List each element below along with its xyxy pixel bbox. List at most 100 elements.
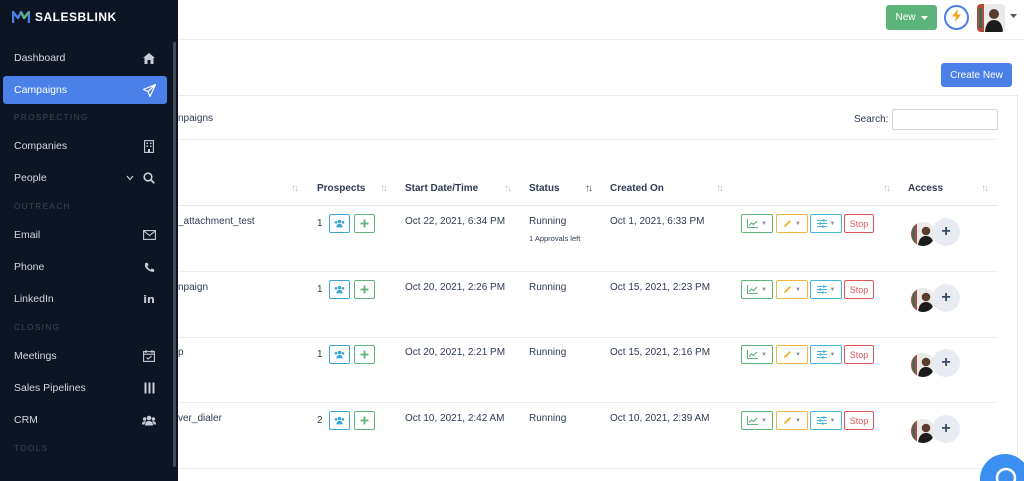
chevron-down-icon[interactable] <box>126 174 134 183</box>
add-access-button[interactable]: + <box>932 218 960 246</box>
settings-dropdown-button[interactable]: ▼ <box>810 345 842 364</box>
sidebar-item-linkedin[interactable]: LinkedIn in <box>3 285 167 313</box>
created-on: Oct 15, 2021, 2:23 PM <box>610 282 711 293</box>
add-prospects-button[interactable] <box>354 411 375 430</box>
reports-dropdown-button[interactable]: ▼ <box>741 280 773 299</box>
sort-status-icon[interactable]: ↑↓ <box>585 183 593 194</box>
reports-dropdown-button[interactable]: ▼ <box>741 214 773 233</box>
th-created-on[interactable]: Created On <box>610 183 664 194</box>
section-outreach: OUTREACH <box>14 202 71 211</box>
campaign-name-link[interactable]: p <box>178 347 184 358</box>
add-access-button[interactable]: + <box>932 349 960 377</box>
pencil-icon <box>783 346 792 364</box>
users-icon <box>334 412 345 430</box>
th-access[interactable]: Access <box>908 183 943 194</box>
sidebar-item-people[interactable]: People <box>3 164 167 192</box>
edit-dropdown-button[interactable]: ▼ <box>776 345 808 364</box>
search-label: Search: <box>854 114 889 125</box>
prospect-count: 1 <box>317 218 323 229</box>
sidebar-scrollbar[interactable] <box>173 42 176 467</box>
bolt-icon <box>952 8 961 27</box>
sidebar-item-label: Email <box>14 229 41 241</box>
sidebar-item-dashboard[interactable]: Dashboard <box>3 44 167 72</box>
user-photo-icon <box>977 4 1005 32</box>
stop-button[interactable]: Stop <box>844 345 874 364</box>
campaign-name-link[interactable]: ver_dialer <box>178 413 222 424</box>
prospect-count: 1 <box>317 349 323 360</box>
th-prospects[interactable]: Prospects <box>317 183 365 194</box>
view-prospects-button[interactable] <box>329 214 350 233</box>
sidebar-item-campaigns[interactable]: Campaigns <box>3 76 167 104</box>
start-date: Oct 10, 2021, 2:42 AM <box>405 413 505 424</box>
sidebar-item-label: Phone <box>14 261 45 273</box>
th-status[interactable]: Status <box>529 183 560 194</box>
plus-icon <box>360 215 369 233</box>
start-date: Oct 20, 2021, 2:21 PM <box>405 347 506 358</box>
avatar-caret-icon[interactable] <box>1010 13 1017 20</box>
stop-button[interactable]: Stop <box>844 214 874 233</box>
sliders-icon <box>816 346 827 364</box>
sidebar-item-crm[interactable]: CRM <box>3 406 167 434</box>
campaign-name-link[interactable]: npaign <box>178 282 208 293</box>
add-access-button[interactable]: + <box>932 284 960 312</box>
sidebar-item-label: LinkedIn <box>14 293 54 305</box>
edit-dropdown-button[interactable]: ▼ <box>776 280 808 299</box>
brand-logo[interactable]: SALESBLINK <box>12 9 117 25</box>
plus-icon: + <box>941 354 951 371</box>
sidebar-item-email[interactable]: Email <box>3 221 167 249</box>
user-avatar[interactable] <box>977 4 1005 32</box>
sort-created-icon[interactable]: ↑↓ <box>716 183 724 194</box>
quick-actions-button[interactable] <box>944 5 969 30</box>
stop-button[interactable]: Stop <box>844 411 874 430</box>
add-prospects-button[interactable] <box>354 214 375 233</box>
phone-icon <box>142 260 156 274</box>
sort-start-icon[interactable]: ↑↓ <box>504 183 512 194</box>
settings-dropdown-button[interactable]: ▼ <box>810 411 842 430</box>
sidebar-item-phone[interactable]: Phone <box>3 253 167 281</box>
line-chart-icon <box>747 215 759 233</box>
add-prospects-button[interactable] <box>354 345 375 364</box>
search-input[interactable] <box>892 109 998 130</box>
new-button[interactable]: New <box>886 5 937 30</box>
new-button-label: New <box>895 12 916 23</box>
edit-dropdown-button[interactable]: ▼ <box>776 411 808 430</box>
sort-name-icon[interactable]: ↑↓ <box>291 183 299 194</box>
status-text: Running <box>529 216 567 227</box>
card-title: npaigns <box>178 113 214 124</box>
sidebar-item-label: Companies <box>14 140 68 152</box>
add-prospects-button[interactable] <box>354 280 375 299</box>
reports-dropdown-button[interactable]: ▼ <box>741 411 773 430</box>
sliders-icon <box>816 412 827 430</box>
sort-actions-icon[interactable]: ↑↓ <box>883 183 891 194</box>
stop-button[interactable]: Stop <box>844 280 874 299</box>
sort-prospects-icon[interactable]: ↑↓ <box>380 183 388 194</box>
th-start-date[interactable]: Start Date/Time <box>405 183 478 194</box>
status-text: Running <box>529 282 567 293</box>
create-new-button[interactable]: Create New <box>941 63 1012 87</box>
sidebar-item-meetings[interactable]: Meetings <box>3 342 167 370</box>
view-prospects-button[interactable] <box>329 280 350 299</box>
paper-plane-icon <box>142 83 156 97</box>
sort-access-icon[interactable]: ↑↓ <box>981 183 989 194</box>
campaign-name-link[interactable]: _attachment_test <box>178 216 255 227</box>
card-divider <box>178 139 998 140</box>
search-icon <box>142 171 156 185</box>
reports-dropdown-button[interactable]: ▼ <box>741 345 773 364</box>
edit-dropdown-button[interactable]: ▼ <box>776 214 808 233</box>
sidebar-item-companies[interactable]: Companies <box>3 132 167 160</box>
sidebar-item-label: CRM <box>14 414 38 426</box>
view-prospects-button[interactable] <box>329 411 350 430</box>
envelope-icon <box>142 228 156 242</box>
start-date: Oct 20, 2021, 2:26 PM <box>405 282 506 293</box>
add-access-button[interactable]: + <box>932 415 960 443</box>
settings-dropdown-button[interactable]: ▼ <box>810 280 842 299</box>
section-closing: CLOSING <box>14 323 61 332</box>
view-prospects-button[interactable] <box>329 345 350 364</box>
line-chart-icon <box>747 281 759 299</box>
sidebar-item-sales-pipelines[interactable]: Sales Pipelines <box>3 374 167 402</box>
users-icon <box>334 281 345 299</box>
settings-dropdown-button[interactable]: ▼ <box>810 214 842 233</box>
chat-widget-button[interactable] <box>980 454 1024 481</box>
sliders-icon <box>816 215 827 233</box>
plus-icon: + <box>941 223 951 240</box>
